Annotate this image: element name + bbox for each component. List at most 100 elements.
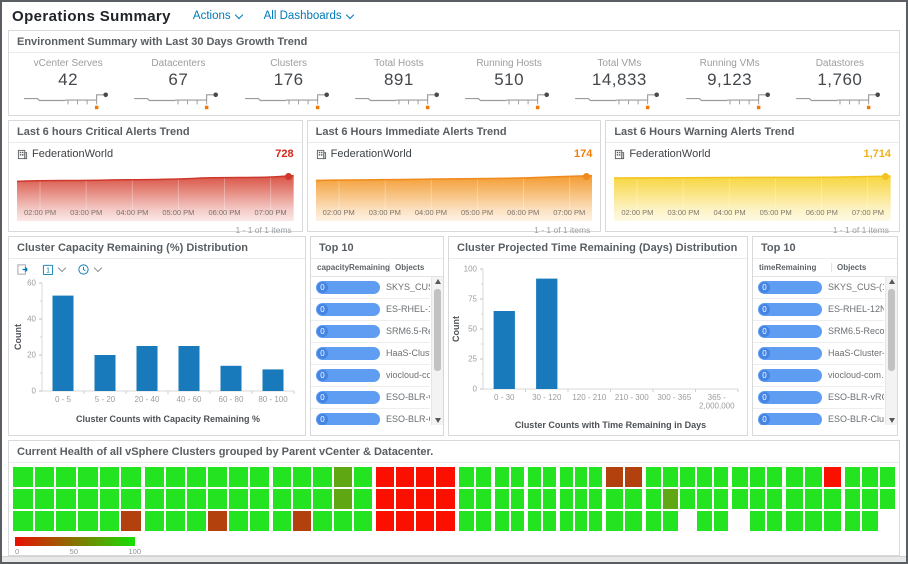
object-name[interactable]: SKYS_CUS-(10… (386, 282, 430, 292)
table-row[interactable]: 0 HaaS-Cluster-… (753, 343, 884, 365)
heatmap-cell[interactable] (528, 511, 541, 531)
heatmap-cell[interactable] (575, 489, 588, 509)
capacity-bar-chart[interactable]: 02040600 - 55 - 2020 - 4040 - 6060 - 808… (9, 277, 305, 427)
object-name[interactable]: viocloud-com… (386, 370, 430, 380)
object-name[interactable]: HaaS-Cluster-… (386, 348, 430, 358)
heatmap-cell[interactable] (187, 489, 206, 509)
heatmap-cell[interactable] (56, 467, 76, 487)
heatmap-cell[interactable] (13, 489, 33, 509)
heatmap-cell[interactable] (273, 511, 291, 531)
heatmap-cell[interactable] (606, 511, 623, 531)
object-name[interactable]: ESO-BLR-vRC… (828, 392, 884, 402)
heatmap-cell[interactable] (416, 489, 434, 509)
time-range-control[interactable] (77, 263, 101, 276)
heatmap-cell[interactable] (575, 467, 588, 487)
heatmap-cell[interactable] (229, 467, 248, 487)
heatmap-cell[interactable] (313, 489, 331, 509)
heatmap-cell[interactable] (273, 489, 291, 509)
heatmap-cell[interactable] (35, 467, 55, 487)
heatmap-cell[interactable] (78, 511, 98, 531)
object-name[interactable]: ESO-BLR-vRC… (386, 392, 430, 402)
heatmap-cell[interactable] (495, 489, 509, 509)
kpi-card[interactable]: Running Hosts 510 (454, 58, 564, 111)
table-row[interactable]: 0 HaaS-Cluster-… (311, 343, 430, 365)
heatmap-cell[interactable] (495, 511, 509, 531)
heatmap-cell[interactable] (476, 511, 491, 531)
heatmap-cell[interactable] (714, 467, 729, 487)
heatmap-cell[interactable] (625, 511, 642, 531)
heatmap-cell[interactable] (250, 467, 269, 487)
kpi-card[interactable]: Clusters 176 (234, 58, 344, 111)
heatmap-cell[interactable] (560, 511, 573, 531)
heatmap-cell[interactable] (396, 511, 414, 531)
heatmap-cell[interactable] (78, 489, 98, 509)
heatmap-cell[interactable] (145, 467, 164, 487)
heatmap-cell[interactable] (436, 489, 454, 509)
table-row[interactable]: 0 viocloud-com… (753, 365, 884, 387)
table-row[interactable]: 0 ES-RHEL-12No… (311, 299, 430, 321)
heatmap-cell[interactable] (697, 467, 712, 487)
heatmap-cell[interactable] (187, 511, 206, 531)
heatmap-cell[interactable] (805, 511, 822, 531)
heatmap-cell[interactable] (589, 467, 602, 487)
object-name[interactable]: ESO-BLR-Clus… (828, 414, 884, 424)
heatmap-cell[interactable] (511, 467, 525, 487)
heatmap-cell[interactable] (459, 511, 474, 531)
heatmap-cell[interactable] (334, 489, 352, 509)
table-row[interactable]: 0 SRM6.5-Recov… (311, 321, 430, 343)
heatmap-cell[interactable] (663, 489, 678, 509)
heatmap-cell[interactable] (436, 467, 454, 487)
heatmap-cell[interactable] (35, 511, 55, 531)
heatmap-cell[interactable] (166, 489, 185, 509)
table-row[interactable]: 0 ESO-BLR-vRC… (311, 387, 430, 409)
heatmap-cell[interactable] (824, 467, 841, 487)
heatmap-cell[interactable] (56, 511, 76, 531)
heatmap-cell[interactable] (208, 489, 227, 509)
heatmap-cell[interactable] (767, 489, 782, 509)
object-name[interactable]: ES-RHEL-12No… (828, 304, 884, 314)
scrollbar-thumb[interactable] (888, 289, 895, 371)
heatmap-cell[interactable] (646, 511, 661, 531)
column-header-metric[interactable]: timeRemaining (759, 263, 832, 272)
kpi-card[interactable]: Datastores 1,760 (785, 58, 895, 111)
heatmap-cell[interactable] (166, 511, 185, 531)
heatmap-cell[interactable] (495, 467, 509, 487)
heatmap-cell[interactable] (376, 467, 394, 487)
kpi-card[interactable]: Total Hosts 891 (344, 58, 454, 111)
heatmap-cell[interactable] (805, 489, 822, 509)
heatmap-cell[interactable] (293, 467, 311, 487)
object-name[interactable]: SRM6.5-Recov… (386, 326, 430, 336)
heatmap-cell[interactable] (121, 467, 141, 487)
heatmap-cell[interactable] (543, 489, 556, 509)
heatmap-cell[interactable] (697, 511, 712, 531)
time-remaining-bar-chart[interactable]: 02550751000 - 3030 - 120120 - 210210 - 3… (449, 259, 747, 433)
heatmap-cell[interactable] (273, 467, 291, 487)
heatmap-cell[interactable] (714, 489, 729, 509)
heatmap-cell[interactable] (100, 467, 120, 487)
heatmap-cell[interactable] (436, 511, 454, 531)
table-row[interactable]: 0 SKYS_CUS-(10… (311, 277, 430, 299)
heatmap-cell[interactable] (824, 511, 841, 531)
heatmap-cell[interactable] (845, 511, 860, 531)
heatmap-cell[interactable] (646, 467, 661, 487)
heatmap-cell[interactable] (78, 467, 98, 487)
heatmap-cell[interactable] (767, 467, 782, 487)
scroll-up-icon[interactable] (889, 279, 895, 284)
heatmap-cell[interactable] (208, 511, 227, 531)
object-name[interactable]: SKYS_CUS-(10… (828, 282, 884, 292)
heatmap-cell[interactable] (560, 467, 573, 487)
heatmap-cell[interactable] (56, 489, 76, 509)
heatmap-cell[interactable] (511, 489, 525, 509)
heatmap-cell[interactable] (646, 489, 661, 509)
heatmap-cell[interactable] (334, 511, 352, 531)
heatmap-cell[interactable] (313, 467, 331, 487)
heatmap-cell[interactable] (589, 489, 602, 509)
scroll-down-icon[interactable] (435, 418, 441, 423)
heatmap-cell[interactable] (697, 489, 712, 509)
heatmap-cell[interactable] (880, 467, 895, 487)
column-header-objects[interactable]: Objects (395, 263, 424, 272)
heatmap-cell[interactable] (459, 467, 474, 487)
heatmap-cell[interactable] (528, 489, 541, 509)
heatmap-cell[interactable] (416, 467, 434, 487)
heatmap-cell[interactable] (732, 467, 747, 487)
